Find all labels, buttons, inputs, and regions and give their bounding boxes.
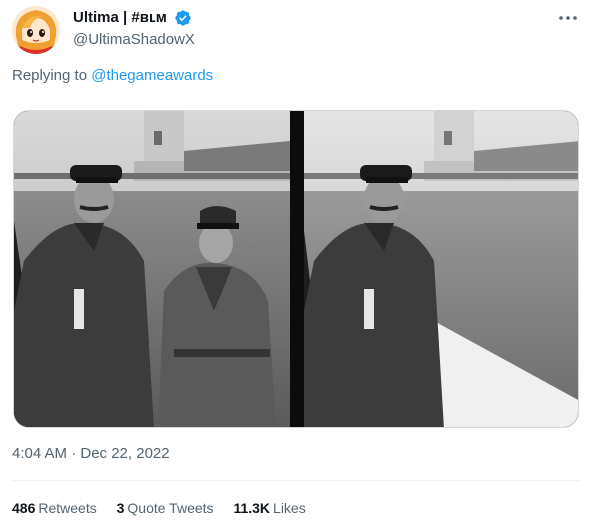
author-info: Ultima | #ʙʟᴍ @UltimaShadowX: [73, 8, 195, 50]
replying-prefix: Replying to: [12, 67, 88, 84]
photo-right[interactable]: [304, 111, 579, 428]
tweet-media[interactable]: [13, 110, 579, 428]
likes-stat[interactable]: 11.3K Likes: [233, 498, 305, 518]
tweet-stats: 486 Retweets 3 Quote Tweets 11.3K Likes: [12, 498, 322, 518]
quote-tweets-stat[interactable]: 3 Quote Tweets: [117, 498, 214, 518]
verified-badge-icon: [175, 10, 191, 26]
photo-divider: [290, 111, 304, 427]
retweets-label: Retweets: [38, 500, 97, 516]
photo-left[interactable]: [14, 111, 290, 428]
display-name[interactable]: Ultima | #ʙʟᴍ: [73, 8, 167, 28]
anime-avatar-icon: [12, 6, 60, 54]
divider-top: [12, 480, 580, 481]
replying-to: Replying to @thegameawards: [12, 66, 213, 86]
quote-tweets-count: 3: [116, 500, 125, 516]
tweet-timestamp[interactable]: 4:04 AM · Dec 22, 2022: [12, 444, 170, 464]
user-handle[interactable]: @UltimaShadowX: [73, 30, 195, 50]
reply-target-link[interactable]: @thegameawards: [91, 67, 213, 84]
quote-tweets-label: Quote Tweets: [127, 500, 214, 516]
retweets-stat[interactable]: 486 Retweets: [12, 498, 97, 518]
likes-count: 11.3K: [233, 500, 271, 516]
tweet-header: Ultima | #ʙʟᴍ @UltimaShadowX: [12, 6, 587, 54]
retweets-count: 486: [12, 500, 36, 516]
likes-label: Likes: [273, 500, 306, 516]
more-options-icon[interactable]: [555, 8, 581, 28]
avatar[interactable]: [12, 6, 60, 54]
